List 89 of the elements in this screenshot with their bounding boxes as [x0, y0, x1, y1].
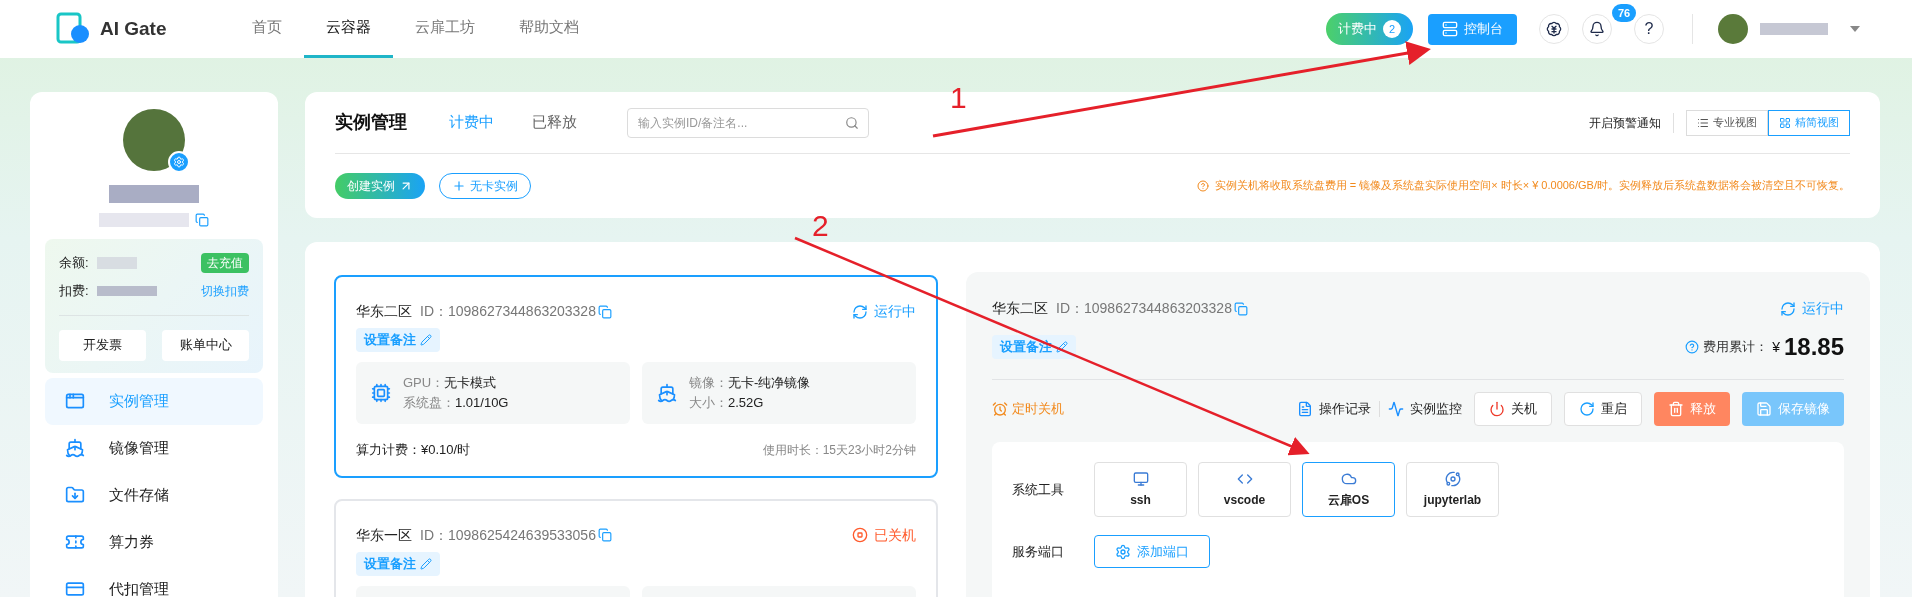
disk-text: 系统盘：1.01/10G	[403, 394, 509, 412]
copy-icon[interactable]	[1233, 301, 1248, 316]
gpu-text: GPU：无卡模式	[403, 374, 498, 392]
instance-card[interactable]: 华东二区 ID：1098627344863203328 运行中 设置备注 GPU：无卡模式 系统盘：1.01/10G 镜像：无卡-纯净镜像 大小：2.52G 算力计费：¥0.10/时 使用时长：15天23小时2分钟	[334, 275, 938, 478]
cost-label: 费用累计：	[1703, 338, 1769, 357]
list-icon	[1697, 116, 1709, 129]
alarm-clock-icon[interactable]	[992, 401, 1008, 417]
annotation-number: 2	[812, 209, 829, 242]
refresh-icon	[852, 303, 868, 320]
sidebar-menu-item[interactable]: 镜像管理	[45, 424, 263, 472]
region-text: 华东二区	[992, 299, 1048, 318]
count-badge: 2	[1383, 20, 1401, 38]
server-icon	[1442, 21, 1458, 37]
currency-symbol: ¥	[1772, 337, 1780, 357]
help-icon[interactable]	[1685, 340, 1700, 354]
billing-action-button[interactable]: 开发票	[59, 329, 146, 361]
sidebar-menu-item[interactable]: 文件存储	[45, 471, 263, 519]
avatar-photo[interactable]	[1718, 14, 1748, 44]
copy-icon[interactable]	[597, 304, 612, 319]
tool-button[interactable]: vscode	[1198, 462, 1291, 517]
billing-notice-text: 实例关机将收取系统盘费用 = 镜像及系统盘实际使用空间× 时长× ¥ 0.0006/GB/时。实例释放后系统盘数据将会被清空且不可恢复。	[1214, 178, 1850, 194]
price-text: 算力计费：¥0.10/时	[356, 441, 471, 459]
nav-tab[interactable]: 云扉工坊	[393, 0, 497, 58]
tool-button[interactable]: jupyterlab	[1406, 462, 1499, 517]
notification-badge: 76	[1612, 4, 1637, 22]
images-menu-icon	[65, 438, 85, 458]
annotation-number: 1	[950, 81, 967, 114]
tools-label: 系统工具	[1012, 480, 1065, 499]
instance-id-text: ID：1098627344863203328	[420, 302, 596, 321]
sidebar-menu-item[interactable]: 算力券	[45, 518, 263, 566]
nav-tab[interactable]: 首页	[230, 0, 304, 58]
view-toggle-button[interactable]: 专业视图	[1686, 109, 1768, 136]
plus-icon	[452, 178, 466, 193]
logo-text: AI Gate	[100, 16, 167, 41]
ports-label: 服务端口	[1012, 542, 1065, 561]
grid-icon	[1779, 116, 1791, 129]
nav-tab[interactable]: 帮助文档	[497, 0, 601, 58]
stop-icon	[852, 527, 868, 543]
size-text: 大小：2.52G	[689, 394, 765, 412]
alert-toggle-text[interactable]: 开启预警通知	[1589, 113, 1661, 132]
filter-tab[interactable]: 已释放	[532, 111, 577, 134]
pencil-icon	[1056, 341, 1068, 353]
redacted-text-block	[96, 257, 137, 269]
search-icon[interactable]	[845, 115, 859, 130]
search-field[interactable]: 输入实例ID/备注名...	[627, 107, 869, 138]
power-icon	[1489, 401, 1505, 417]
image-text: 镜像：无卡-纯净镜像	[689, 374, 811, 392]
tool-button[interactable]: ssh	[1094, 462, 1187, 517]
instances-menu-icon	[65, 391, 85, 411]
nav-tab[interactable]: 云容器	[304, 0, 393, 58]
region-text: 华东二区	[356, 302, 412, 321]
billing-action-button[interactable]: 账单中心	[162, 329, 249, 361]
release-icon	[1668, 401, 1684, 417]
status-text: 运行中	[874, 302, 916, 321]
voucher-menu-icon	[65, 532, 85, 552]
copy-icon[interactable]	[195, 213, 209, 227]
region-text: 华东一区	[356, 525, 412, 545]
caret-icon[interactable]	[1850, 26, 1860, 32]
gear-icon	[1115, 543, 1131, 560]
warning-icon	[1196, 179, 1209, 192]
sidebar-menu-item[interactable]: 代扣管理	[45, 565, 263, 597]
cost-value: 18.85	[1783, 332, 1844, 362]
status-text: 已关机	[874, 525, 916, 545]
redacted-text-block	[96, 285, 157, 296]
settings-icon[interactable]	[168, 151, 190, 173]
action-button[interactable]: 关机	[1474, 392, 1552, 426]
deduct-menu-icon	[65, 579, 85, 597]
tool-button[interactable]: 云扉OS	[1302, 462, 1395, 517]
action-button[interactable]: 重启	[1564, 392, 1642, 426]
instance-id-text: ID：1098625424639533056	[420, 525, 596, 545]
balance-label: 余额:	[59, 254, 89, 273]
save-icon	[1756, 401, 1772, 417]
restart-icon	[1579, 401, 1595, 417]
status-text: 运行中	[1802, 299, 1844, 318]
pencil-icon	[420, 334, 432, 346]
instance-id-text: ID：1098627344863203328	[1056, 299, 1232, 318]
pencil-icon	[420, 557, 432, 570]
detail-link-button[interactable]: 实例监控	[1388, 399, 1462, 419]
deduct-label: 扣费:	[59, 282, 89, 300]
storage-menu-icon	[65, 485, 85, 505]
instance-card[interactable]: 华东一区 ID：1098625424639533056 已关机 设置备注	[334, 498, 938, 597]
chart-icon	[1388, 401, 1404, 417]
redacted-text-block	[1760, 23, 1828, 35]
detail-link-button[interactable]: 操作记录	[1297, 399, 1371, 419]
document-icon	[1297, 401, 1313, 417]
duration-text: 使用时长：15天23小时2分钟	[762, 441, 916, 459]
copy-icon[interactable]	[597, 528, 612, 542]
refresh-icon	[1780, 300, 1796, 317]
page-title: 实例管理	[335, 111, 407, 134]
